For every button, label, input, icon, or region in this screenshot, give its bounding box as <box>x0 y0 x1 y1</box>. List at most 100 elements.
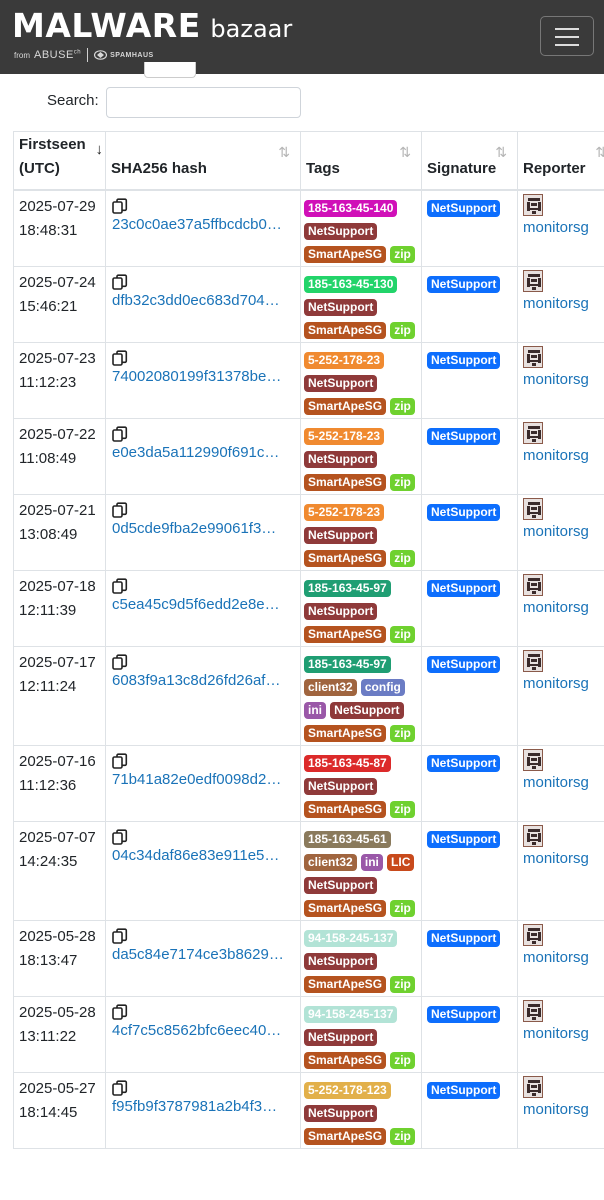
column-header-reporter[interactable]: Reporter ⇅ <box>517 131 604 191</box>
tag-badge[interactable]: SmartApeSG <box>304 1128 387 1146</box>
hash-link[interactable]: 23c0c0ae37a5ffbcdcb0… <box>112 213 295 237</box>
reporter-link[interactable]: monitorsg <box>523 371 589 388</box>
tag-badge[interactable]: NetSupport <box>304 527 378 545</box>
tag-badge[interactable]: SmartApeSG <box>304 550 387 568</box>
hash-link[interactable]: f95fb9f3787981a2b4f3… <box>112 1095 295 1119</box>
column-header-signature[interactable]: Signature ⇅ <box>421 131 518 191</box>
reporter-link[interactable]: monitorsg <box>523 447 589 464</box>
tag-badge[interactable]: NetSupport <box>330 702 404 720</box>
reporter-link[interactable]: monitorsg <box>523 219 589 236</box>
signature-badge[interactable]: NetSupport <box>427 930 501 948</box>
tag-badge[interactable]: zip <box>390 900 415 918</box>
signature-badge[interactable]: NetSupport <box>427 428 501 446</box>
tag-badge[interactable]: SmartApeSG <box>304 801 387 819</box>
hash-link[interactable]: dfb32c3dd0ec683d704… <box>112 289 295 313</box>
signature-badge[interactable]: NetSupport <box>427 200 501 218</box>
tag-badge[interactable]: ini <box>360 854 383 872</box>
tag-badge[interactable]: zip <box>390 398 415 416</box>
tag-badge[interactable]: zip <box>390 322 415 340</box>
reporter-link[interactable]: monitorsg <box>523 949 589 966</box>
page-length-select[interactable] <box>144 62 196 78</box>
reporter-link[interactable]: monitorsg <box>523 1101 589 1118</box>
menu-toggle-button[interactable] <box>540 16 594 56</box>
tag-badge[interactable]: SmartApeSG <box>304 1052 387 1070</box>
tag-badge[interactable]: NetSupport <box>304 953 378 971</box>
reporter-link[interactable]: monitorsg <box>523 774 589 791</box>
tag-badge[interactable]: 5-252-178-23 <box>304 428 385 446</box>
tag-badge[interactable]: SmartApeSG <box>304 626 387 644</box>
reporter-link[interactable]: monitorsg <box>523 850 589 867</box>
tag-badge[interactable]: zip <box>390 1052 415 1070</box>
tag-badge[interactable]: zip <box>390 801 415 819</box>
tag-badge[interactable]: SmartApeSG <box>304 474 387 492</box>
reporter-link[interactable]: monitorsg <box>523 523 589 540</box>
signature-badge[interactable]: NetSupport <box>427 831 501 849</box>
tag-badge[interactable]: 185-163-45-61 <box>304 831 391 849</box>
reporter-link[interactable]: monitorsg <box>523 1025 589 1042</box>
tag-badge[interactable]: SmartApeSG <box>304 322 387 340</box>
hash-link[interactable]: 71b41a82e0edf0098d2… <box>112 768 295 792</box>
column-header-firstseen-utc[interactable]: Firstseen (UTC) ↓ <box>13 131 106 191</box>
tag-badge[interactable]: zip <box>390 626 415 644</box>
tag-badge[interactable]: NetSupport <box>304 603 378 621</box>
hash-link[interactable]: 6083f9a13c8d26fd26af… <box>112 669 295 693</box>
tag-badge[interactable]: SmartApeSG <box>304 246 387 264</box>
signature-badge[interactable]: NetSupport <box>427 755 501 773</box>
tag-badge[interactable]: zip <box>390 1128 415 1146</box>
reporter-cell: monitorsg <box>517 919 604 997</box>
tag-badge[interactable]: SmartApeSG <box>304 900 387 918</box>
tag-badge[interactable]: NetSupport <box>304 451 378 469</box>
tag-badge[interactable]: 185-163-45-97 <box>304 580 391 598</box>
tag-badge[interactable]: NetSupport <box>304 1105 378 1123</box>
reporter-link[interactable]: monitorsg <box>523 599 589 616</box>
signature-badge[interactable]: NetSupport <box>427 504 501 522</box>
hash-link[interactable]: 74002080199f31378be… <box>112 365 295 389</box>
signature-badge[interactable]: NetSupport <box>427 276 501 294</box>
tag-badge[interactable]: ini <box>304 702 326 720</box>
hash-link[interactable]: 0d5cde9fba2e99061f3… <box>112 517 295 541</box>
tag-badge[interactable]: 185-163-45-140 <box>304 200 398 218</box>
tag-badge[interactable]: LIC <box>387 854 415 872</box>
tag-badge[interactable]: 185-163-45-130 <box>304 276 398 294</box>
tag-badge[interactable]: SmartApeSG <box>304 398 387 416</box>
tag-badge[interactable]: 5-252-178-23 <box>304 504 385 522</box>
tag-badge[interactable]: NetSupport <box>304 1029 378 1047</box>
tag-badge[interactable]: client32 <box>304 679 357 697</box>
hash-link[interactable]: 04c34daf86e83e911e5… <box>112 844 295 868</box>
tag-badge[interactable]: NetSupport <box>304 877 378 895</box>
tag-badge[interactable]: config <box>360 679 405 697</box>
tag-badge[interactable]: 185-163-45-97 <box>304 656 391 674</box>
tag-badge[interactable]: 185-163-45-87 <box>304 755 391 773</box>
tag-badge[interactable]: zip <box>390 725 415 743</box>
column-header-sha256-hash[interactable]: SHA256 hash ⇅ <box>105 131 301 191</box>
tag-badge[interactable]: 5-252-178-123 <box>304 1082 391 1100</box>
tag-badge[interactable]: SmartApeSG <box>304 725 387 743</box>
tag-badge[interactable]: 94-158-245-137 <box>304 1006 398 1024</box>
signature-badge[interactable]: NetSupport <box>427 656 501 674</box>
tag-badge[interactable]: SmartApeSG <box>304 976 387 994</box>
tag-badge[interactable]: NetSupport <box>304 375 378 393</box>
reporter-link[interactable]: monitorsg <box>523 675 589 692</box>
brand-logo[interactable]: MALWARE bazaar <box>12 6 292 45</box>
signature-badge[interactable]: NetSupport <box>427 1006 501 1024</box>
tag-badge[interactable]: zip <box>390 474 415 492</box>
hash-link[interactable]: c5ea45c9d5f6edd2e8e… <box>112 593 295 617</box>
signature-badge[interactable]: NetSupport <box>427 1082 501 1100</box>
signature-badge[interactable]: NetSupport <box>427 580 501 598</box>
reporter-link[interactable]: monitorsg <box>523 295 589 312</box>
tag-badge[interactable]: NetSupport <box>304 778 378 796</box>
tag-badge[interactable]: client32 <box>304 854 357 872</box>
hash-link[interactable]: 4cf7c5c8562bfc6eec40… <box>112 1019 295 1043</box>
tag-badge[interactable]: NetSupport <box>304 223 378 241</box>
tag-badge[interactable]: NetSupport <box>304 299 378 317</box>
column-header-tags[interactable]: Tags ⇅ <box>300 131 422 191</box>
search-input[interactable] <box>106 87 301 118</box>
tag-badge[interactable]: zip <box>390 246 415 264</box>
tag-badge[interactable]: zip <box>390 550 415 568</box>
hash-link[interactable]: da5c84e7174ce3b8629… <box>112 943 295 967</box>
tag-badge[interactable]: 5-252-178-23 <box>304 352 385 370</box>
hash-link[interactable]: e0e3da5a112990f691c… <box>112 441 295 465</box>
tag-badge[interactable]: zip <box>390 976 415 994</box>
tag-badge[interactable]: 94-158-245-137 <box>304 930 398 948</box>
signature-badge[interactable]: NetSupport <box>427 352 501 370</box>
